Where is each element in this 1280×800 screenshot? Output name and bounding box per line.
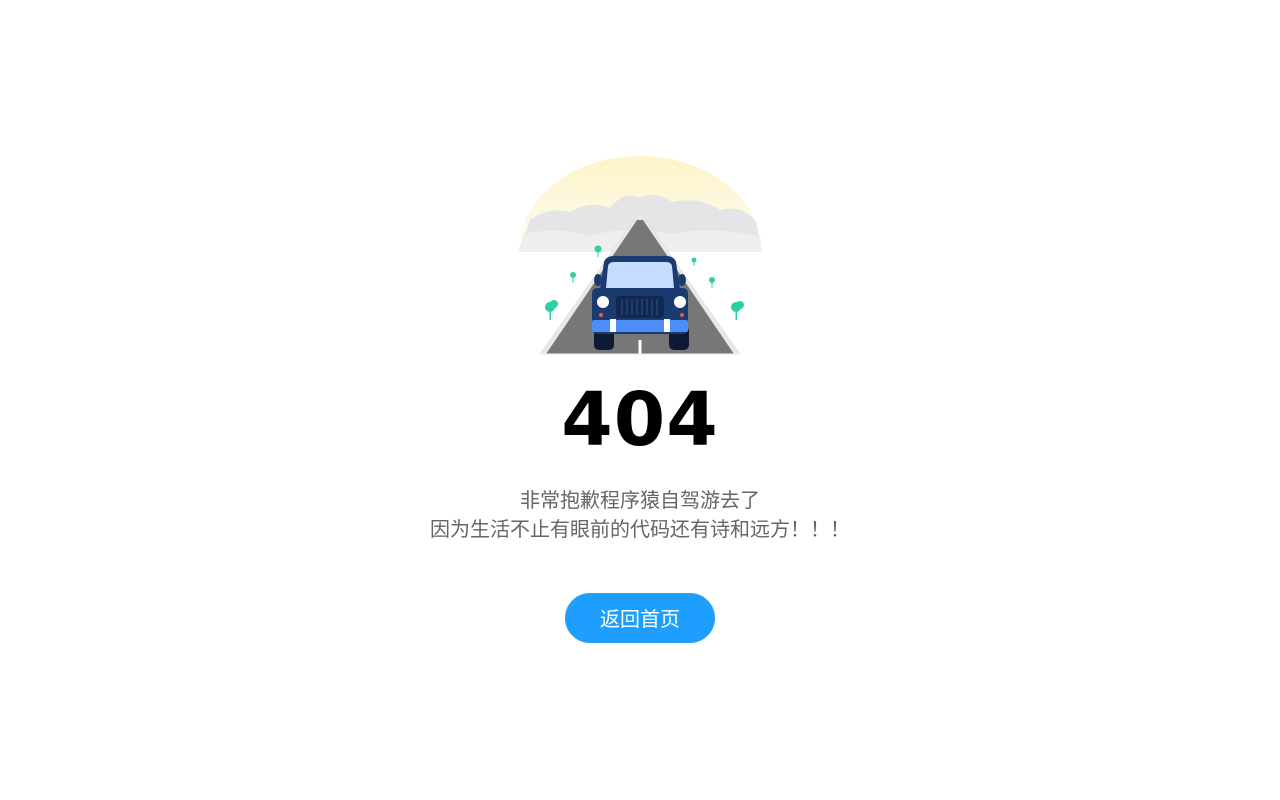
car-on-road-icon: [518, 156, 762, 355]
error-message: 非常抱歉程序猿自驾游去了 因为生活不止有眼前的代码还有诗和远方！！！: [0, 486, 1280, 544]
back-to-home-button[interactable]: 返回首页: [565, 593, 715, 643]
error-code: 404: [561, 377, 719, 463]
error-message-line-2: 因为生活不止有眼前的代码还有诗和远方！！！: [430, 517, 850, 541]
error-page: 404 非常抱歉程序猿自驾游去了 因为生活不止有眼前的代码还有诗和远方！！！ 返…: [0, 0, 1280, 800]
error-message-line-1: 非常抱歉程序猿自驾游去了: [520, 488, 760, 512]
